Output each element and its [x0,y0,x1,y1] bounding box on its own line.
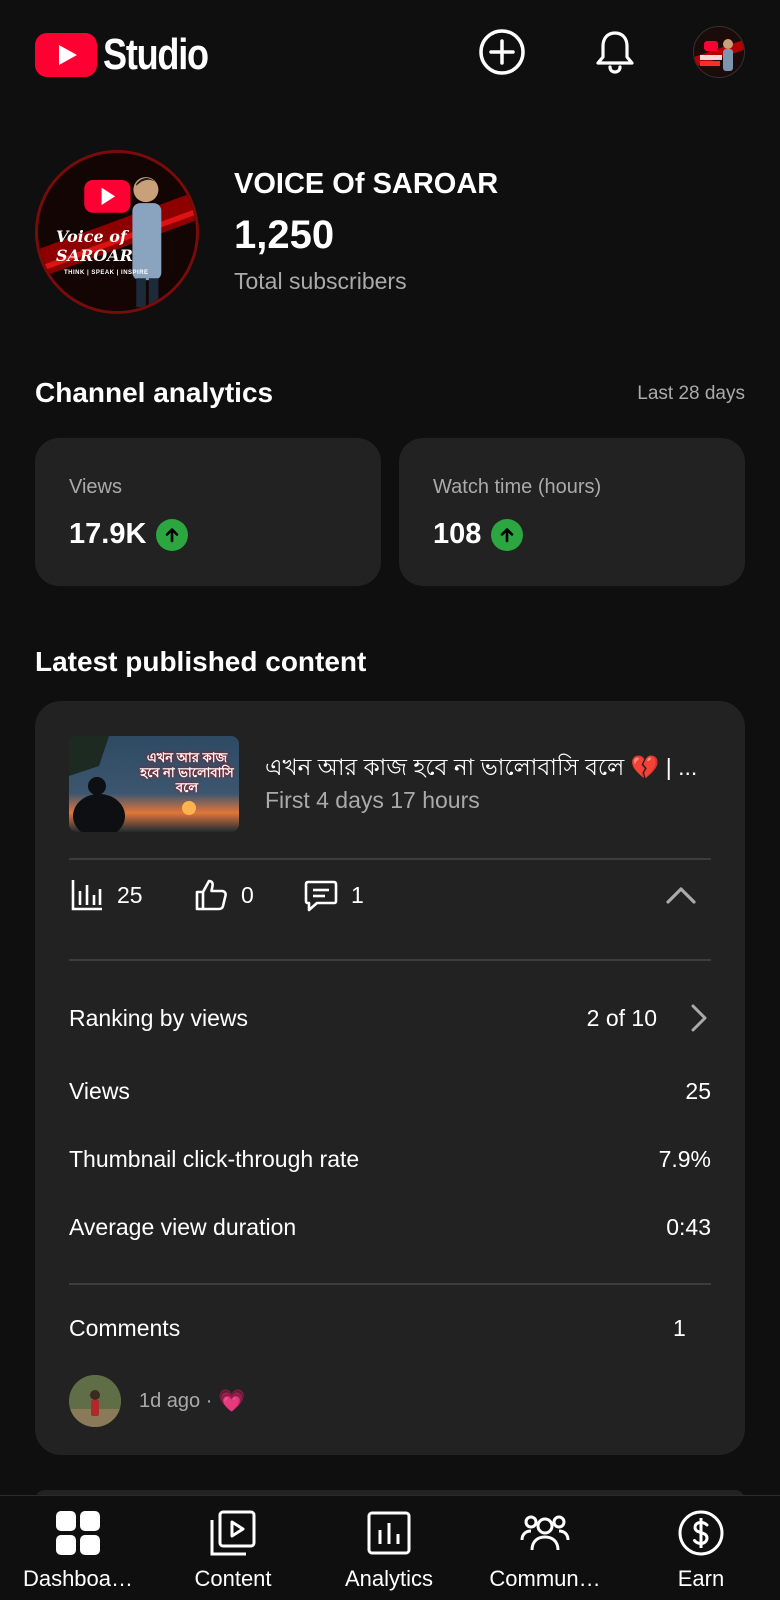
dashboard-icon [56,1511,100,1555]
comments-label: Comments [69,1314,181,1341]
channel-avatar-text: Voice of SAROAR [56,227,133,265]
channel-avatar[interactable]: Voice of SAROAR THINK | SPEAK | INSPIRE [35,150,199,314]
views-row: Views 25 [69,1071,711,1111]
nav-community-label: Commun… [489,1566,601,1591]
video-period: First 4 days 17 hours [265,787,480,813]
bottom-navigation: Dashboa… Content Analytics Commun… Earn [0,1495,780,1600]
bell-icon [596,31,634,74]
views-value: 25 [685,1077,711,1104]
account-avatar[interactable] [693,26,745,78]
subscriber-count: 1,250 [234,213,335,257]
comments-row[interactable]: Comments 1 [69,1308,711,1348]
ctr-row: Thumbnail click-through rate 7.9% [69,1139,711,1179]
studio-dashboard: Studio Voice of SAROAR THINK | SPEAK | I… [0,0,780,1600]
comment-time: 1d ago · [139,1389,213,1412]
nav-content[interactable]: Content [158,1508,308,1592]
thumbnail-text: এখন আর কাজ হবে না ভালোবাসি বলে [140,750,234,795]
video-thumbnail[interactable]: এখন আর কাজ হবে না ভালোবাসি বলে [69,736,239,832]
channel-name: VOICE Of SAROAR [234,168,499,200]
ranking-value: 2 of 10 [586,1004,657,1031]
views-card[interactable]: Views 17.9K [35,438,381,586]
avg-view-duration-row: Average view duration 0:43 [69,1207,711,1247]
channel-analytics-title: Channel analytics [35,377,274,408]
nav-earn[interactable]: Earn [626,1508,776,1592]
views-card-label: Views [69,476,122,498]
avg-view-duration-label: Average view duration [69,1213,297,1240]
divider [69,959,711,961]
studio-logo[interactable]: Studio [35,30,231,80]
nav-analytics-label: Analytics [344,1566,434,1591]
nav-dashboard-label: Dashboa… [22,1566,134,1591]
channel-avatar-image [694,27,744,77]
nav-dashboard[interactable]: Dashboa… [3,1508,153,1592]
watch-time-card-value-row: 108 [433,518,524,551]
ranking-label: Ranking by views [69,1004,248,1031]
watch-time-card-label: Watch time (hours) [433,476,602,498]
ranking-row[interactable]: Ranking by views 2 of 10 [69,998,711,1038]
watch-time-card-value: 108 [433,518,482,550]
nav-community[interactable]: Commun… [470,1508,620,1592]
channel-avatar-tagline: THINK | SPEAK | INSPIRE [64,270,149,276]
bar-chart-icon [71,880,102,911]
plus-circle-icon [479,29,525,75]
analytics-icon [367,1511,411,1555]
subscriber-label: Total subscribers [234,268,407,294]
comments-metric-value: 1 [351,881,364,908]
likes-metric: 0 [193,875,254,915]
comment-meta: 1d ago · 💗 [139,1388,246,1414]
nav-analytics[interactable]: Analytics [314,1508,464,1592]
latest-content-card: এখন আর কাজ হবে না ভালোবাসি বলে এখন আর কা… [35,701,745,1455]
divider [69,1283,711,1285]
ctr-value: 7.9% [658,1145,711,1172]
analytics-period[interactable]: Last 28 days [637,383,745,405]
latest-comment[interactable]: 1d ago · 💗 [69,1375,246,1427]
notifications-button[interactable] [591,28,639,76]
latest-content-title: Latest published content [35,646,367,677]
divider [69,858,711,860]
top-app-bar: Studio [0,0,780,106]
watch-time-card[interactable]: Watch time (hours) 108 [399,438,745,586]
trend-up-icon [156,518,189,551]
likes-metric-value: 0 [241,881,254,908]
collapse-details-button[interactable] [657,871,705,919]
views-card-value-row: 17.9K [69,518,189,551]
views-metric: 25 [69,875,143,915]
create-button[interactable] [478,28,526,76]
chevron-right-icon [691,1004,707,1032]
video-title[interactable]: এখন আর কাজ হবে না ভালোবাসি বলে 💔 | ... [265,749,715,788]
comment-icon [304,880,338,912]
trend-up-icon [491,518,524,551]
thumbs-up-icon [195,879,227,911]
views-label: Views [69,1077,130,1104]
avg-view-duration-value: 0:43 [666,1213,711,1240]
content-icon [210,1510,256,1556]
commenter-avatar [69,1375,121,1427]
heart-icon: 💗 [218,1388,246,1413]
earn-icon [678,1510,724,1556]
comments-metric: 1 [303,875,364,915]
youtube-play-logo-icon [35,33,97,77]
comments-count: 1 [673,1314,686,1341]
ctr-label: Thumbnail click-through rate [69,1145,360,1172]
views-card-value: 17.9K [69,518,147,550]
chevron-up-icon [666,887,696,904]
ranking-value-group: 2 of 10 [587,1002,711,1034]
nav-earn-label: Earn [677,1566,725,1591]
community-icon [520,1515,570,1551]
app-name: Studio [103,30,209,79]
views-metric-value: 25 [117,881,143,908]
commenter-avatar-image [69,1375,121,1427]
nav-content-label: Content [194,1566,272,1591]
